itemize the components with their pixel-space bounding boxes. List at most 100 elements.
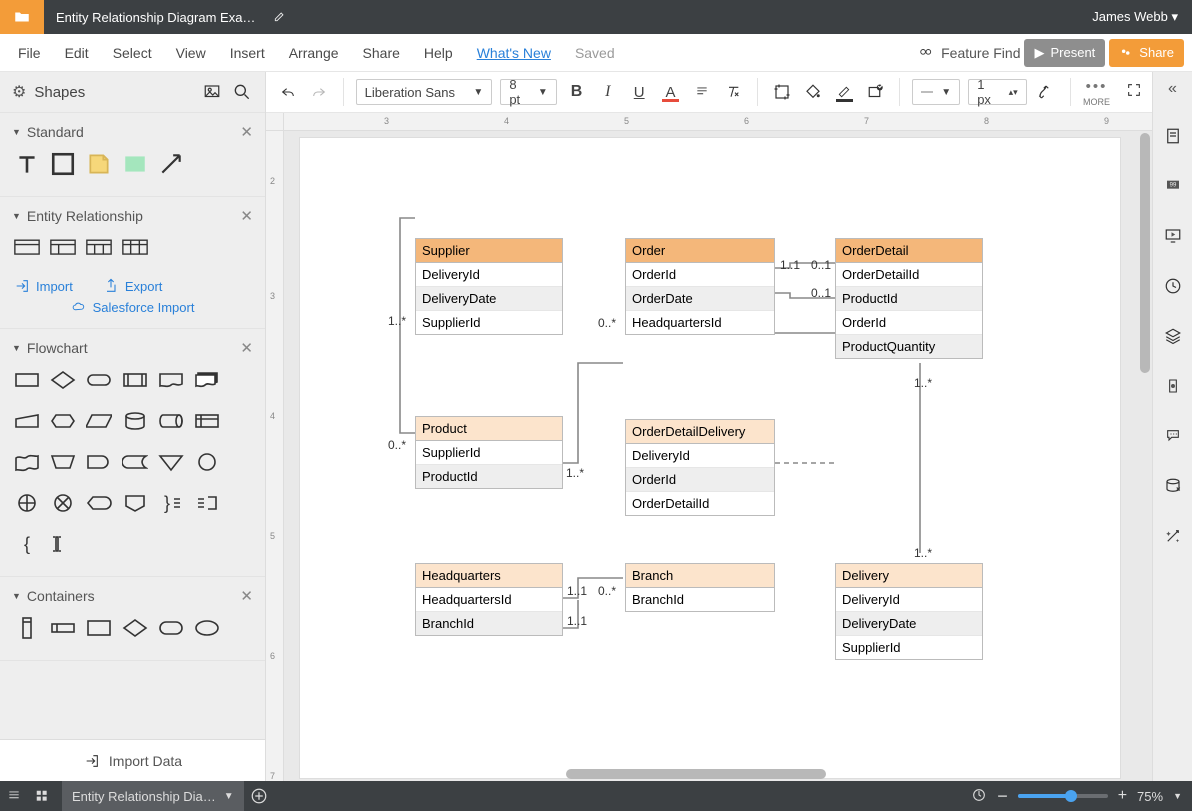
menu-file[interactable]: File [8,39,51,67]
section-containers-header[interactable]: ▼ Containers ✕ [0,577,265,611]
history-icon[interactable] [1161,274,1185,298]
fc-or[interactable] [14,490,40,521]
document-title[interactable]: Entity Relationship Diagram Exa… [44,10,267,25]
zoom-out-button[interactable]: − [997,786,1008,807]
search-icon[interactable] [231,81,253,103]
fc-display[interactable] [86,490,112,521]
note-shape[interactable] [86,151,112,182]
chat-icon[interactable] [1161,424,1185,448]
add-page-button[interactable] [244,787,274,805]
fc-multi-doc[interactable] [194,367,220,398]
fc-document[interactable] [158,367,184,398]
grid-view-icon[interactable] [28,789,56,803]
cont-5[interactable] [158,615,184,646]
feature-find[interactable]: Feature Find [917,45,1020,61]
line-style-select[interactable]: ▼ [912,79,960,105]
line-width-select[interactable]: 1 px▴▾ [968,79,1026,105]
close-icon[interactable]: ✕ [240,339,253,357]
fc-decision[interactable] [50,367,76,398]
line-color-icon[interactable] [833,80,856,104]
section-standard-header[interactable]: ▼ Standard ✕ [0,113,265,147]
import-data-button[interactable]: Import Data [0,739,265,781]
cont-1[interactable] [14,615,40,646]
fc-brace-l[interactable]: { [14,531,40,562]
zoom-slider[interactable] [1018,794,1108,798]
fc-paper-tape[interactable] [14,449,40,480]
fc-off-page[interactable] [122,490,148,521]
block-shape[interactable] [122,151,148,182]
entity-order[interactable]: Order OrderId OrderDate HeadquartersId [625,238,775,335]
rename-icon[interactable] [273,9,287,26]
data-panel-icon[interactable] [1161,474,1185,498]
font-select[interactable]: Liberation Sans▼ [356,79,493,105]
collapse-icon[interactable]: « [1168,80,1177,98]
close-icon[interactable]: ✕ [240,587,253,605]
rect-shape[interactable] [50,151,76,182]
fc-predef[interactable] [122,367,148,398]
horizontal-scrollbar[interactable] [566,769,826,779]
shape-crop-icon[interactable] [770,80,793,104]
fc-card[interactable] [50,531,76,562]
fc-stored[interactable] [122,449,148,480]
sync-icon[interactable] [971,787,987,806]
toolbar-more[interactable]: •••MORE [1083,78,1110,107]
zoom-level[interactable]: 75% [1137,789,1163,804]
import-link[interactable]: Import [14,278,73,294]
gear-icon[interactable]: ⚙ [12,82,26,102]
fullscreen-icon[interactable] [1126,82,1142,102]
entity-branch[interactable]: Branch BranchId [625,563,775,612]
zoom-in-button[interactable]: + [1118,787,1127,805]
entity-supplier[interactable]: Supplier DeliveryId DeliveryDate Supplie… [415,238,563,335]
share-button[interactable]: Share [1109,39,1184,67]
entity-orderdetail[interactable]: OrderDetail OrderDetailId ProductId Orde… [835,238,983,359]
export-link[interactable]: Export [103,278,163,294]
fc-sum[interactable] [50,490,76,521]
clear-format-icon[interactable] [722,80,745,104]
cont-4[interactable] [122,615,148,646]
fc-merge[interactable] [158,449,184,480]
caret-down-icon[interactable]: ▼ [1173,791,1182,801]
menu-whats-new[interactable]: What's New [467,39,561,67]
arrow-shape[interactable] [158,151,184,182]
asset-icon[interactable] [1161,374,1185,398]
layers-icon[interactable] [1161,324,1185,348]
section-er-header[interactable]: ▼ Entity Relationship ✕ [0,197,265,231]
paper[interactable]: Supplier DeliveryId DeliveryDate Supplie… [300,138,1120,778]
magic-icon[interactable] [1161,524,1185,548]
fc-manual-op[interactable] [50,449,76,480]
fc-direct[interactable] [158,408,184,439]
entity-orderdetaildelivery[interactable]: OrderDetailDelivery DeliveryId OrderId O… [625,419,775,516]
fc-terminator[interactable] [86,367,112,398]
er-shape-2[interactable] [50,235,76,266]
fc-note[interactable] [194,490,220,521]
close-icon[interactable]: ✕ [240,123,253,141]
shape-opts-icon[interactable] [864,80,887,104]
er-shape-4[interactable] [122,235,148,266]
cont-2[interactable] [50,615,76,646]
section-flowchart-header[interactable]: ▼ Flowchart ✕ [0,329,265,363]
fc-manual-input[interactable] [14,408,40,439]
salesforce-import-link[interactable]: Salesforce Import [71,300,195,315]
menu-edit[interactable]: Edit [55,39,99,67]
italic-icon[interactable]: I [596,80,619,104]
cont-3[interactable] [86,615,112,646]
fc-delay[interactable] [86,449,112,480]
redo-icon[interactable] [307,80,330,104]
align-icon[interactable] [690,80,713,104]
fc-data[interactable] [86,408,112,439]
fc-internal[interactable] [194,408,220,439]
er-shape-1[interactable] [14,235,40,266]
undo-icon[interactable] [276,80,299,104]
comments-icon[interactable]: 99 [1161,174,1185,198]
present-button[interactable]: ▶ Present [1024,39,1105,67]
menu-help[interactable]: Help [414,39,463,67]
fc-database[interactable] [122,408,148,439]
menu-arrange[interactable]: Arrange [279,39,349,67]
present-panel-icon[interactable] [1161,224,1185,248]
fc-connector[interactable] [194,449,220,480]
image-icon[interactable] [201,81,223,103]
font-color-icon[interactable]: A [659,80,682,104]
cont-6[interactable] [194,615,220,646]
user-menu[interactable]: James Webb ▾ [1078,9,1192,25]
close-icon[interactable]: ✕ [240,207,253,225]
